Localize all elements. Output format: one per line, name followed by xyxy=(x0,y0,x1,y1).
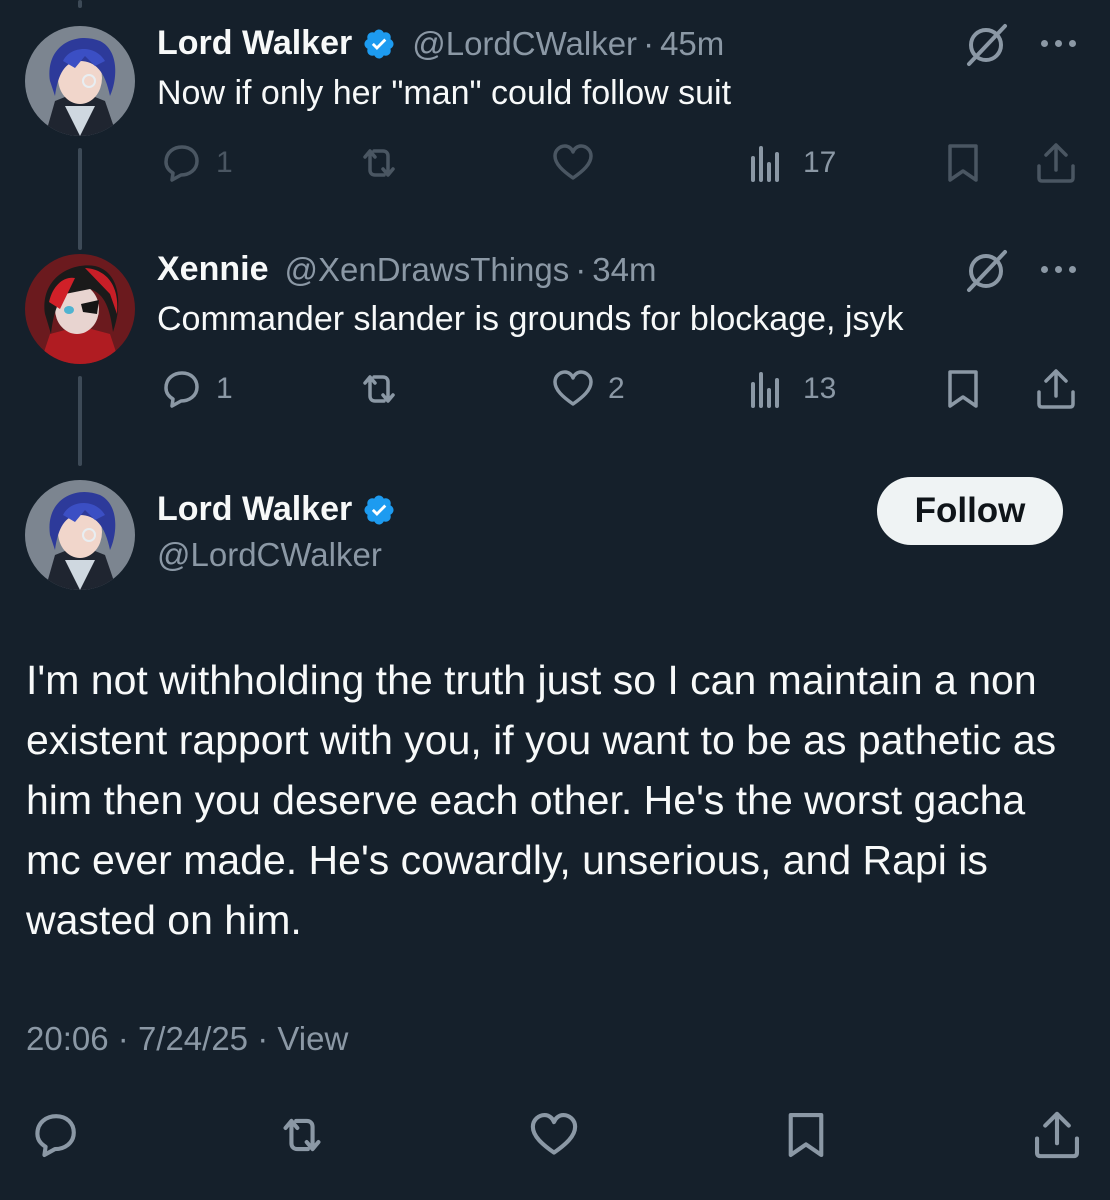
author-name[interactable]: Lord Walker xyxy=(157,490,352,529)
thread-line-1 xyxy=(78,148,82,250)
share-icon xyxy=(1037,369,1075,409)
tweet-text: Commander slander is grounds for blockag… xyxy=(157,300,904,338)
repost-icon xyxy=(363,375,395,403)
share-button[interactable] xyxy=(1033,366,1079,412)
more-dots-icon[interactable] xyxy=(1041,266,1076,273)
grok-slash-icon[interactable] xyxy=(963,22,1009,68)
author-handle[interactable]: @XenDrawsThings xyxy=(284,251,569,289)
reply-icon xyxy=(164,145,199,182)
reply-count: 1 xyxy=(216,372,233,405)
tweet-2-header: Xennie @XenDrawsThings · 34m xyxy=(157,250,656,289)
bookmark-icon xyxy=(788,1112,824,1158)
reply-icon xyxy=(35,1114,76,1158)
thread-line-2 xyxy=(78,376,82,466)
author-handle[interactable]: @LordCWalker xyxy=(412,25,637,63)
verified-badge-icon xyxy=(364,494,394,525)
repost-icon xyxy=(363,149,395,177)
share-button[interactable] xyxy=(1030,1108,1084,1162)
author-name[interactable]: Xennie xyxy=(157,250,268,289)
repost-button[interactable] xyxy=(356,366,402,412)
like-button[interactable] xyxy=(550,140,608,186)
avatar[interactable] xyxy=(25,480,135,590)
tweet-time: 20:06 xyxy=(26,1020,109,1057)
like-icon xyxy=(530,1112,578,1155)
separator: · xyxy=(643,24,655,62)
author-handle[interactable]: @LordCWalker xyxy=(157,536,382,574)
main-tweet-text: I'm not withholding the truth just so I … xyxy=(26,657,1057,943)
repost-button[interactable] xyxy=(275,1108,329,1162)
views-link[interactable]: View xyxy=(277,1020,348,1057)
like-button[interactable] xyxy=(527,1108,581,1162)
timestamp[interactable]: 45m xyxy=(660,25,724,63)
bookmark-button[interactable] xyxy=(940,366,986,412)
reply-icon xyxy=(164,371,199,408)
tweet-meta: 20:06 · 7/24/25 · View xyxy=(26,1020,348,1058)
avatar[interactable] xyxy=(25,26,135,136)
views-icon xyxy=(751,146,779,182)
views-count: 17 xyxy=(803,146,837,179)
views-icon xyxy=(751,372,779,408)
follow-button[interactable]: Follow xyxy=(877,477,1063,545)
repost-icon xyxy=(283,1118,321,1152)
views-button[interactable]: 13 xyxy=(745,366,836,412)
separator: · xyxy=(257,1020,269,1057)
thread-line-top xyxy=(78,0,82,8)
like-count: 2 xyxy=(608,372,625,405)
share-button[interactable] xyxy=(1033,140,1079,186)
bookmark-icon xyxy=(948,144,978,182)
reply-button[interactable] xyxy=(28,1108,82,1162)
grok-slash-icon[interactable] xyxy=(963,248,1009,294)
avatar[interactable] xyxy=(25,254,135,364)
author-name[interactable]: Lord Walker xyxy=(157,24,352,63)
like-button[interactable]: 2 xyxy=(550,366,625,412)
separator: · xyxy=(117,1020,129,1057)
repost-button[interactable] xyxy=(356,140,402,186)
main-author-row: Lord Walker xyxy=(157,490,396,529)
timestamp[interactable]: 34m xyxy=(592,251,656,289)
more-dots-icon[interactable] xyxy=(1041,40,1076,47)
like-icon xyxy=(553,370,593,406)
tweet-1-header: Lord Walker @LordCWalker · 45m xyxy=(157,24,724,63)
views-button[interactable]: 17 xyxy=(745,140,836,186)
bookmark-button[interactable] xyxy=(779,1108,833,1162)
tweet-date: 7/24/25 xyxy=(137,1020,249,1057)
separator: · xyxy=(575,250,587,288)
bookmark-icon xyxy=(948,370,978,408)
reply-button[interactable]: 1 xyxy=(158,140,233,186)
share-icon xyxy=(1034,1111,1080,1159)
tweet-text: Now if only her "man" could follow suit xyxy=(157,74,732,112)
like-icon xyxy=(553,144,593,180)
bookmark-button[interactable] xyxy=(940,140,986,186)
views-count: 13 xyxy=(803,372,837,405)
share-icon xyxy=(1037,143,1075,183)
reply-button[interactable]: 1 xyxy=(158,366,233,412)
verified-badge-icon xyxy=(364,28,394,59)
reply-count: 1 xyxy=(216,146,233,179)
